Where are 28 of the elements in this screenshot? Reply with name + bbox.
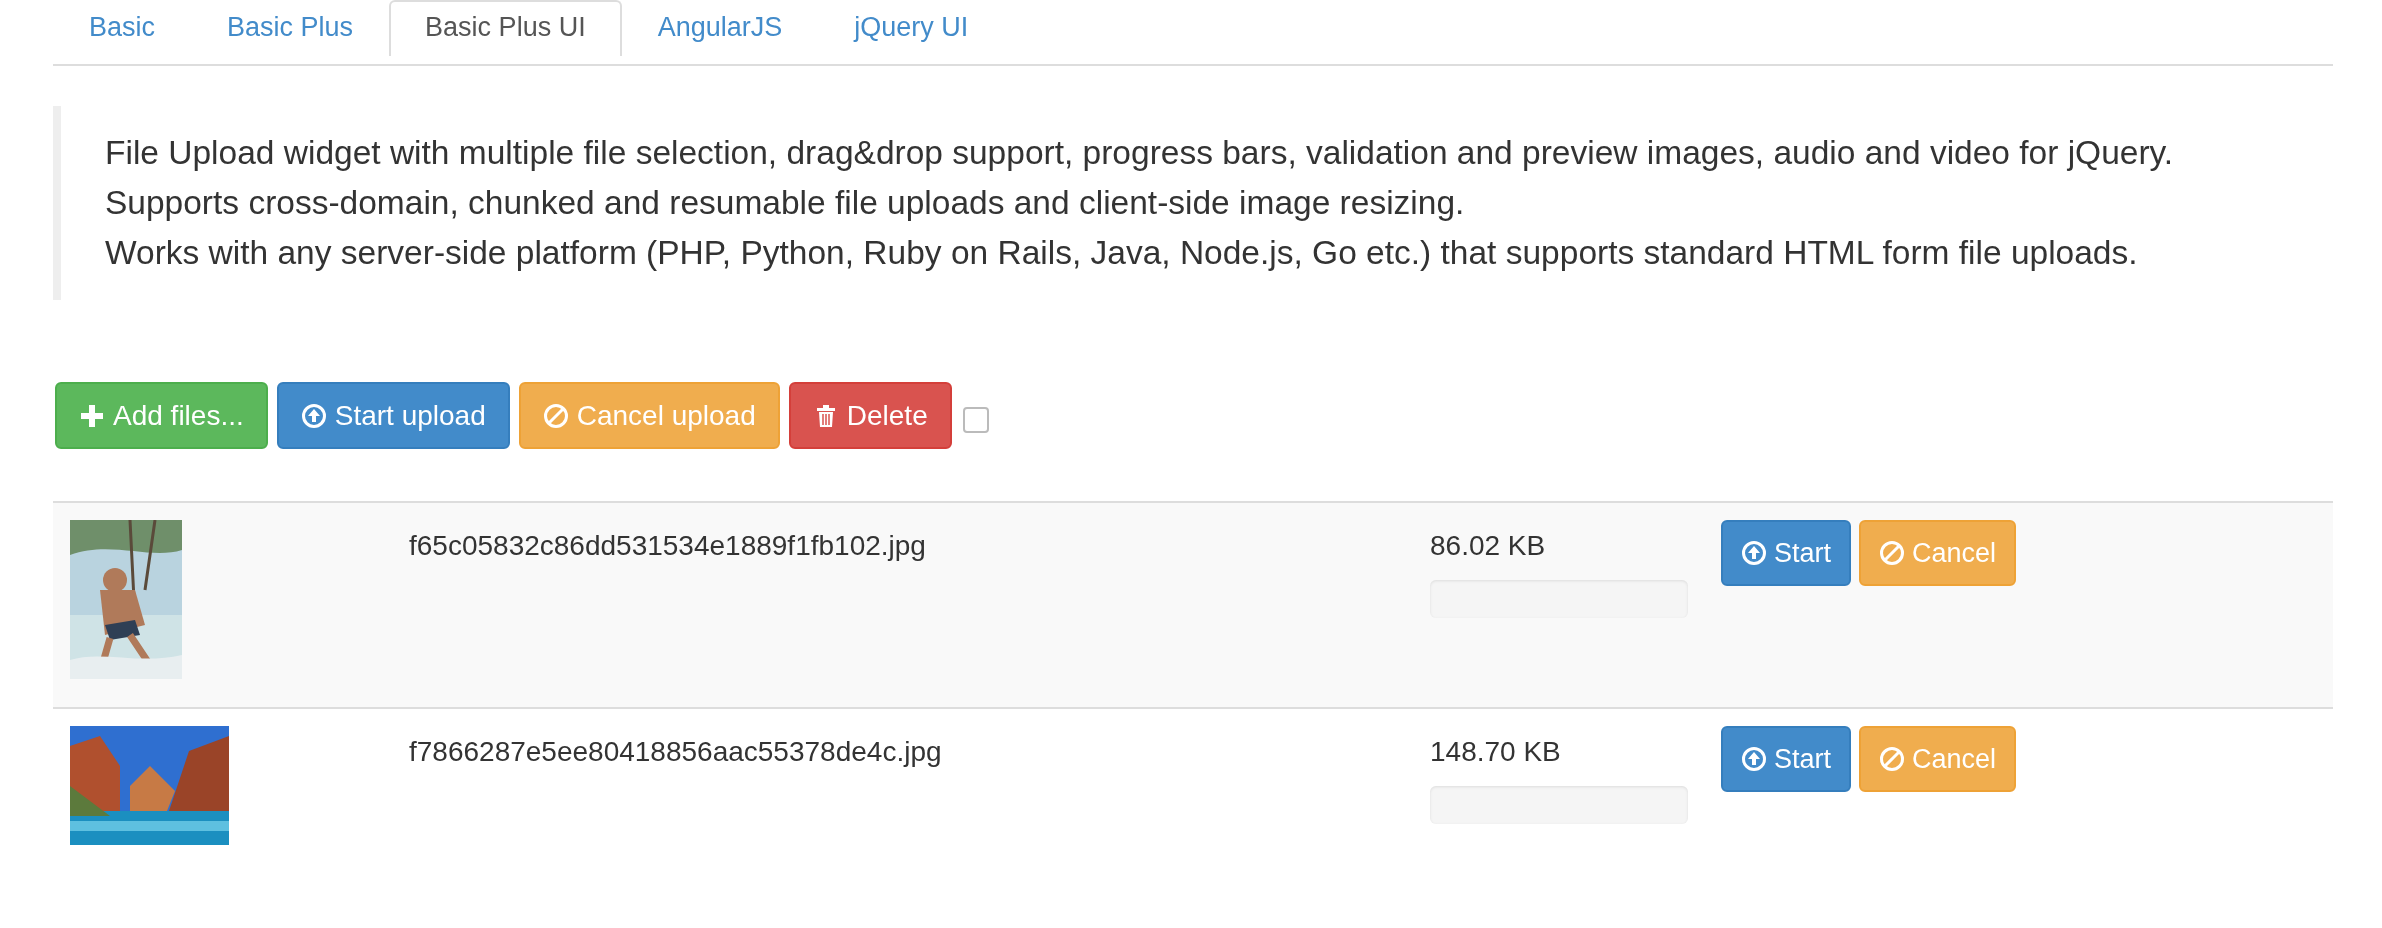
file-size: 148.70 KB — [1430, 735, 1562, 768]
file-name: f65c05832c86dd531534e1889f1fb102.jpg — [409, 529, 927, 563]
tab[interactable]: Basic Plus UI — [389, 0, 622, 56]
file-size: 86.02 KB — [1430, 529, 1547, 562]
upload-icon — [1741, 746, 1767, 772]
select-all-checkbox[interactable] — [962, 406, 989, 433]
tab[interactable]: AngularJS — [621, 0, 819, 56]
description-text: Supports cross-domain, chunked and resumable file uploads and client-side image resizing. — [105, 183, 1466, 223]
tab[interactable]: Basic Plus — [191, 0, 390, 56]
plus-icon — [79, 402, 105, 429]
upload-icon — [300, 402, 327, 429]
delete-button[interactable]: Delete — [788, 382, 952, 449]
file-name: f7866287e5ee80418856aac55378de4c.jpg — [409, 735, 943, 769]
ban-icon — [1879, 540, 1906, 566]
ban-icon — [542, 402, 569, 429]
add-files-button[interactable]: Add files... — [55, 382, 268, 449]
tab[interactable]: Basic — [53, 0, 192, 56]
start-button[interactable]: Start — [1721, 520, 1852, 586]
start-button[interactable]: Start — [1721, 726, 1852, 792]
ban-icon — [1879, 746, 1906, 772]
upload-icon — [1741, 540, 1767, 566]
cancel-button[interactable]: Cancel — [1859, 520, 2017, 586]
description-text: File Upload widget with multiple file selection, drag&drop support, progress bars, validation and preview images, audio and video for jQuery. — [105, 133, 2175, 173]
cancel-button[interactable]: Cancel — [1859, 726, 2017, 792]
start-button[interactable]: Start upload — [276, 382, 510, 449]
description-text: Works with any server-side platform (PHP, Python, Ruby on Rails, Java, Node.js, Go etc.) that supports standard HTML form file uploads. — [105, 233, 2139, 273]
tab[interactable]: jQuery UI — [818, 0, 1005, 56]
cancel-button[interactable]: Cancel upload — [518, 382, 780, 449]
